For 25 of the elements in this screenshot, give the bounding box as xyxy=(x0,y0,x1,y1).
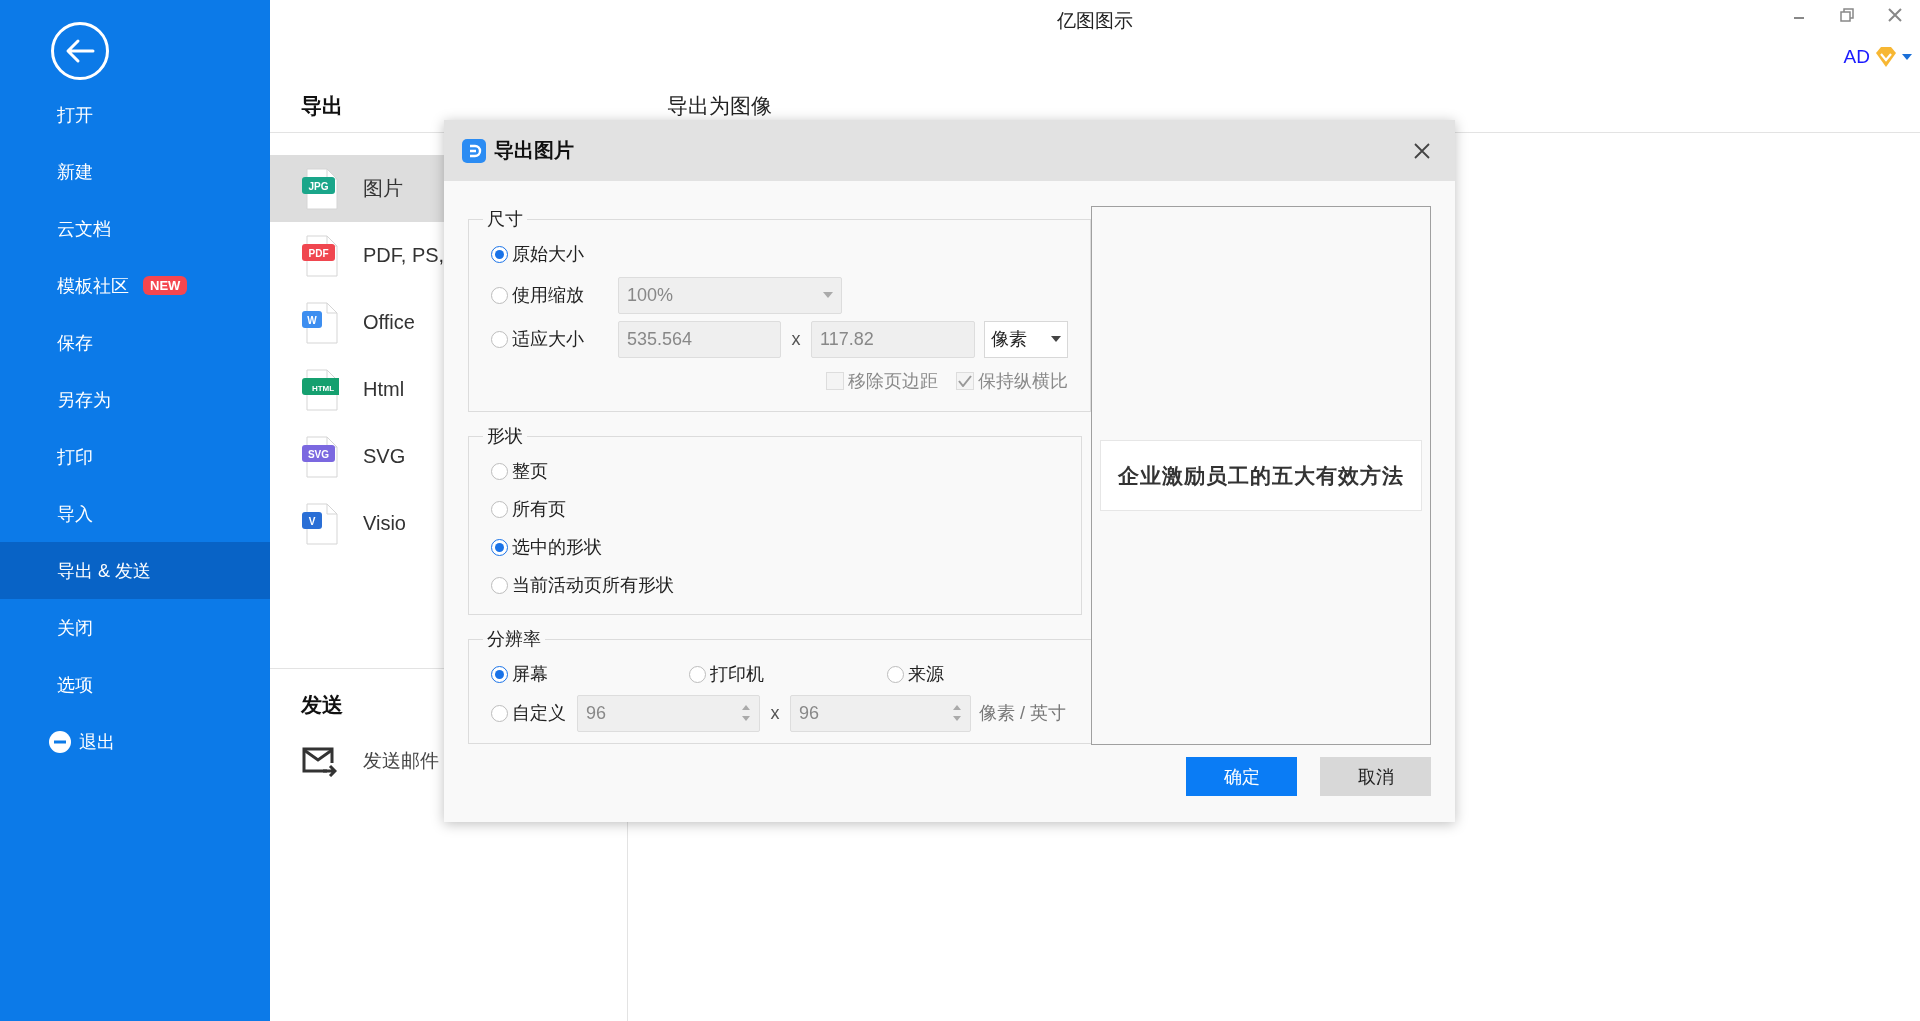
unit-label: 像素 / 英寸 xyxy=(979,702,1066,725)
sidebar-item-label: 导出 & 发送 xyxy=(57,559,151,583)
preview-shape: 企业激励员工的五大有效方法 xyxy=(1100,440,1422,511)
new-badge: NEW xyxy=(143,276,188,295)
sidebar-item-label: 退出 xyxy=(79,730,115,754)
sidebar-item-label: 另存为 xyxy=(57,388,111,412)
sidebar-item-label: 导入 xyxy=(57,502,93,526)
send-heading: 发送 xyxy=(301,692,343,718)
times-sign: x xyxy=(790,328,802,350)
sidebar-item-label: 云文档 xyxy=(57,217,111,241)
sidebar-item-label: 打开 xyxy=(57,103,93,127)
times-sign: x xyxy=(769,702,781,724)
sidebar-item-label: 保存 xyxy=(57,331,93,355)
export-heading: 导出 xyxy=(300,93,344,119)
group-legend: 尺寸 xyxy=(483,207,527,231)
content-heading: 导出为图像 xyxy=(667,93,772,119)
group-legend: 形状 xyxy=(483,424,527,448)
sidebar-item-label: 新建 xyxy=(57,160,93,184)
dialog-title: 导出图片 xyxy=(494,138,575,163)
sidebar-item-label: 关闭 xyxy=(57,616,93,640)
group-legend: 分辨率 xyxy=(483,627,545,651)
sidebar-item-label: 模板社区 xyxy=(57,274,129,298)
window-title: 亿图图示 xyxy=(1057,9,1133,33)
sidebar-item-label: 打印 xyxy=(57,445,93,469)
sidebar-item-label: 选项 xyxy=(57,673,93,697)
